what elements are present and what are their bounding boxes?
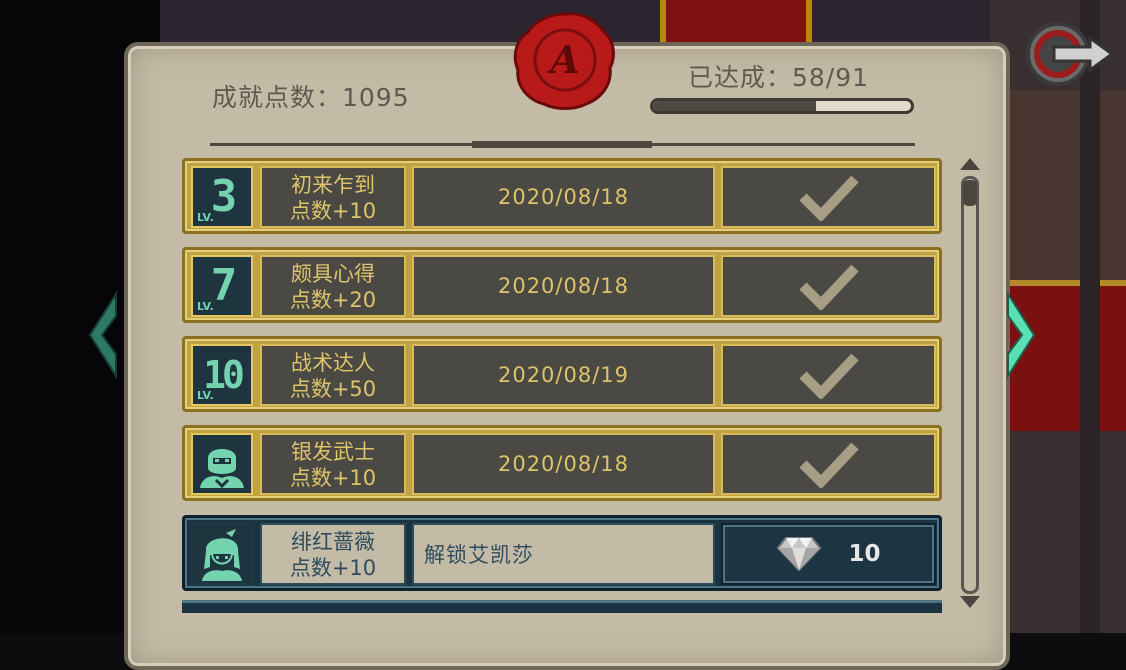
achievement-points: 点数+10 bbox=[289, 199, 377, 223]
achievement-name: 绯红蔷薇 bbox=[291, 530, 375, 554]
scrollbar[interactable] bbox=[958, 156, 982, 610]
achievement-points: 点数+10 bbox=[289, 556, 377, 580]
silver-hair-warrior-portrait-icon bbox=[191, 433, 253, 495]
achievement-progress-label: 已达成：58/91 bbox=[688, 63, 870, 92]
chevron-left-icon[interactable] bbox=[86, 290, 120, 380]
crimson-rose-portrait-icon bbox=[191, 523, 253, 585]
achievement-name: 颇具心得 bbox=[291, 262, 375, 286]
back-arrow-icon[interactable] bbox=[1024, 18, 1116, 90]
level-badge: 7 LV. bbox=[191, 255, 253, 317]
checkmark-icon bbox=[798, 175, 859, 221]
achievement-status bbox=[721, 344, 936, 406]
achievement-name-box: 初来乍到 点数+10 bbox=[260, 166, 406, 228]
achievement-date: 2020/08/19 bbox=[412, 344, 715, 406]
achievement-points-label: 成就点数：1095 bbox=[212, 83, 410, 112]
achievement-name-box: 战术达人 点数+50 bbox=[260, 344, 406, 406]
achievement-name: 战术达人 bbox=[291, 351, 375, 375]
badge-level-label: LV. bbox=[197, 389, 214, 402]
achievement-name-box: 颇具心得 点数+20 bbox=[260, 255, 406, 317]
badge-level-number: 7 bbox=[210, 260, 237, 311]
achievement-progress-bar bbox=[650, 98, 914, 114]
badge-level-label: LV. bbox=[197, 211, 214, 224]
achievement-status bbox=[721, 255, 936, 317]
background-pillar bbox=[1080, 0, 1100, 633]
achievement-date: 2020/08/18 bbox=[412, 255, 715, 317]
achievement-name: 银发武士 bbox=[291, 440, 375, 464]
checkmark-icon bbox=[798, 442, 859, 488]
achievement-row-locked[interactable]: 绯红蔷薇 点数+10 解锁艾凯莎 10 bbox=[182, 515, 942, 591]
seal-letter: A bbox=[547, 37, 579, 82]
checkmark-icon bbox=[798, 353, 859, 399]
achievement-name-box: 银发武士 点数+10 bbox=[260, 433, 406, 495]
achievement-row[interactable]: 7 LV. 颇具心得 点数+20 2020/08/18 bbox=[182, 247, 942, 323]
next-row-peek bbox=[182, 600, 942, 613]
achievement-status bbox=[721, 166, 936, 228]
achievement-points: 点数+20 bbox=[289, 288, 377, 312]
achievement-row[interactable]: 银发武士 点数+10 2020/08/18 bbox=[182, 425, 942, 501]
chevron-right-icon[interactable] bbox=[1004, 290, 1038, 380]
header-divider-accent bbox=[472, 141, 652, 148]
achievement-row[interactable]: 3 LV. 初来乍到 点数+10 2020/08/18 bbox=[182, 158, 942, 234]
checkmark-icon bbox=[798, 264, 859, 310]
badge-level-label: LV. bbox=[197, 300, 214, 313]
achievement-points: 点数+50 bbox=[289, 377, 377, 401]
wax-seal-icon: A bbox=[513, 12, 615, 110]
achievement-date: 2020/08/18 bbox=[412, 166, 715, 228]
background-wall bbox=[990, 90, 1126, 280]
scroll-up-icon[interactable] bbox=[958, 156, 982, 174]
scroll-down-icon[interactable] bbox=[958, 592, 982, 610]
reward-value: 10 bbox=[848, 541, 881, 567]
level-badge: 10 LV. bbox=[191, 344, 253, 406]
achievement-progress-fill bbox=[653, 101, 816, 111]
achievement-date: 2020/08/18 bbox=[412, 433, 715, 495]
achievement-status bbox=[721, 433, 936, 495]
achievement-points: 点数+10 bbox=[289, 466, 377, 490]
achievement-description: 解锁艾凯莎 bbox=[412, 523, 715, 585]
badge-level-number: 3 bbox=[210, 171, 237, 222]
achievement-reward[interactable]: 10 bbox=[721, 523, 936, 585]
diamond-icon bbox=[777, 537, 822, 572]
achievement-name: 初来乍到 bbox=[291, 173, 375, 197]
achievement-row[interactable]: 10 LV. 战术达人 点数+50 2020/08/19 bbox=[182, 336, 942, 412]
level-badge: 3 LV. bbox=[191, 166, 253, 228]
scroll-track[interactable] bbox=[961, 176, 979, 594]
scroll-thumb[interactable] bbox=[963, 180, 977, 206]
achievement-name-box: 绯红蔷薇 点数+10 bbox=[260, 523, 406, 585]
